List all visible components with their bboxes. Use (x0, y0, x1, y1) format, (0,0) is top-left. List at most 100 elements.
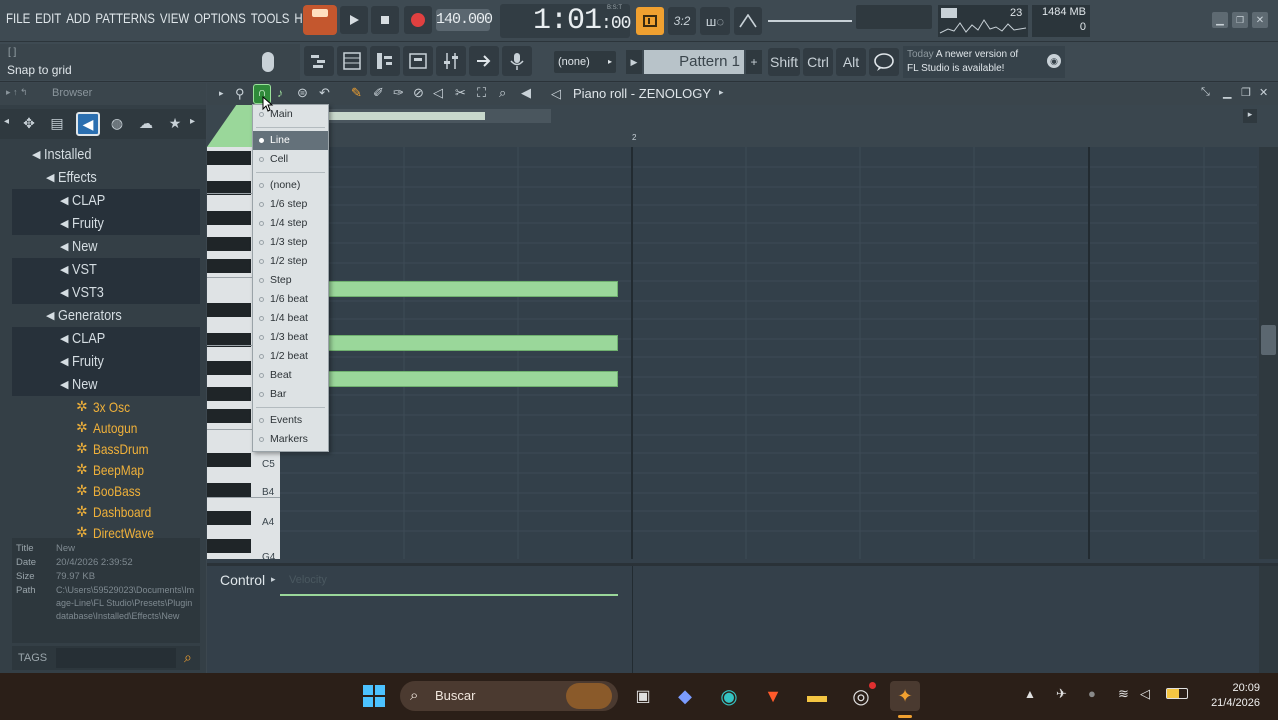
pattern-name-field[interactable]: Pattern 1 (644, 50, 744, 74)
snap-option-events[interactable]: Events (253, 411, 328, 430)
note-icon[interactable]: ♪ (277, 86, 283, 100)
browser-tab-all[interactable]: ✥ (20, 114, 38, 132)
audio-input-button[interactable] (502, 46, 532, 76)
tree-item-effects-clap[interactable]: ◀ CLAP (12, 189, 200, 212)
pattern-add-button[interactable]: + (746, 50, 762, 74)
app-minimize-button[interactable]: ▁ (1212, 12, 1228, 28)
network-icon[interactable]: ✈ (1056, 686, 1067, 702)
alt-key-button[interactable]: Alt (836, 48, 866, 76)
explorer-app-button[interactable]: ▬ (804, 683, 830, 709)
menu-tools[interactable]: TOOLS (251, 10, 290, 26)
speaker-icon[interactable]: ◁ (551, 86, 561, 102)
snap-option-bar[interactable]: Bar (253, 385, 328, 404)
snap-option-1-4-step[interactable]: 1/4 step (253, 214, 328, 233)
tree-item-plugin[interactable]: ✲ Autogun (12, 417, 200, 438)
menu-patterns[interactable]: PATTERNS (95, 10, 155, 26)
tree-item-generators[interactable]: ◀ Generators (12, 304, 200, 327)
tree-item-plugin[interactable]: ✲ Dashboard (12, 501, 200, 522)
brave-app-button[interactable]: ▼ (760, 683, 786, 709)
menu-edit[interactable]: EDIT (35, 10, 61, 26)
snap-option-1-3-beat[interactable]: 1/3 beat (253, 328, 328, 347)
tree-item-effects-new[interactable]: ◀ New (12, 235, 200, 258)
menu-add[interactable]: ADD (66, 10, 90, 26)
chevron-right-icon[interactable]: ▸ (190, 116, 195, 127)
wrench-icon[interactable]: ⚲ (235, 86, 245, 102)
battery-icon[interactable] (1166, 688, 1188, 699)
menu-file[interactable]: FILE (6, 10, 30, 26)
velocity-line[interactable] (280, 594, 618, 596)
snap-option-line[interactable]: Line (253, 131, 328, 150)
note[interactable] (328, 335, 618, 351)
tree-item-effects[interactable]: ◀ Effects (12, 166, 200, 189)
pattern-song-toggle[interactable] (303, 5, 337, 35)
snap-option-1-6-step[interactable]: 1/6 step (253, 195, 328, 214)
system-clock[interactable]: 20:09 21/4/2026 (1198, 681, 1260, 711)
tree-item-generators-clap[interactable]: ◀ CLAP (12, 327, 200, 350)
shift-key-button[interactable]: Shift (768, 48, 800, 76)
select-icon[interactable]: ⛶ (477, 85, 486, 101)
playback-icon[interactable]: ◀ (521, 85, 531, 101)
tags-input[interactable] (56, 648, 176, 668)
tree-item-plugin[interactable]: ✲ BooBass (12, 480, 200, 501)
browser-nav-icons[interactable]: ▸ ↑ ↰ (6, 87, 28, 98)
chevron-up-icon[interactable]: ▲ (1024, 687, 1036, 701)
channel-settings-button[interactable] (436, 46, 466, 76)
browser-tab-files[interactable]: ▤ (48, 114, 66, 132)
note-grid[interactable] (280, 147, 1257, 559)
chevron-right-icon[interactable]: ▸ (271, 574, 276, 585)
tree-item-generators-fruity[interactable]: ◀ Fruity (12, 350, 200, 373)
piano-roll-title[interactable]: Piano roll - ZENOLOGY (573, 86, 711, 101)
master-volume[interactable] (768, 10, 852, 32)
wifi-icon[interactable]: ≋ (1118, 686, 1129, 702)
browser-tab-favorites[interactable]: ★ (166, 114, 184, 132)
tree-item-effects-fruity[interactable]: ◀ Fruity (12, 212, 200, 235)
tree-item-generators-new[interactable]: ◀ New (12, 373, 200, 396)
event-editor[interactable]: Control ▸ Velocity (207, 563, 1278, 673)
tree-item-effects-vst3[interactable]: ◀ VST3 (12, 281, 200, 304)
chevron-right-icon[interactable]: ▸ (719, 87, 724, 98)
record-button[interactable] (404, 6, 432, 34)
tree-item-plugin[interactable]: ✲ BassDrum (12, 438, 200, 459)
app-close-button[interactable]: ✕ (1252, 12, 1268, 28)
vertical-scrollbar[interactable] (1259, 147, 1278, 559)
maximize-icon[interactable]: ❐ (1241, 86, 1251, 99)
snap-option-step[interactable]: Step (253, 271, 328, 290)
arrow-button[interactable] (469, 46, 499, 76)
start-button[interactable] (362, 684, 386, 708)
stamp-icon[interactable]: ⊜ (297, 85, 308, 101)
metronome-button[interactable] (636, 7, 664, 35)
browser-tab-cloud[interactable]: ☁ (136, 114, 156, 132)
copilot-app-button[interactable]: ◆ (672, 683, 698, 709)
snap-option-markers[interactable]: Markers (253, 430, 328, 449)
options-arrow-icon[interactable]: ▸ (219, 88, 224, 99)
taskbar-search[interactable]: ⌕ Buscar (400, 681, 618, 711)
control-scrollbar[interactable] (1259, 566, 1278, 673)
volume-icon[interactable]: ◁ (1140, 686, 1150, 702)
slip-icon[interactable]: ◁ (433, 85, 443, 101)
pattern-prev-button[interactable]: ▶ (626, 50, 642, 74)
delete-tool-icon[interactable]: ✑ (393, 85, 404, 101)
search-icon[interactable]: ⌕ (184, 649, 192, 666)
snap-option-1-3-step[interactable]: 1/3 step (253, 233, 328, 252)
wait-input-button[interactable]: ш◌ (700, 7, 730, 35)
tree-item-plugin[interactable]: ✲ 3x Osc (12, 396, 200, 417)
piano-roll-timeline[interactable]: 2 ▸ (207, 105, 1278, 147)
edge-app-button[interactable]: ◉ (716, 683, 742, 709)
note[interactable] (328, 281, 618, 297)
horizontal-scroll[interactable] (329, 109, 551, 123)
news-panel[interactable]: Today A newer version of FL Studio is av… (903, 46, 1065, 78)
app-maximize-button[interactable]: ❐ (1232, 12, 1248, 28)
mixer-button[interactable] (403, 46, 433, 76)
menu-view[interactable]: VIEW (160, 10, 189, 26)
fl-studio-app-button[interactable]: ✦ (890, 681, 920, 711)
chevron-left-icon[interactable]: ◂ (4, 116, 9, 127)
channel-rack-button[interactable] (337, 46, 367, 76)
news-button[interactable] (869, 48, 899, 76)
browser-tab-web[interactable]: ◍ (108, 114, 126, 132)
scroll-right-icon[interactable]: ▸ (1243, 109, 1257, 123)
stop-button[interactable] (371, 6, 399, 34)
close-icon[interactable]: ✕ (1259, 86, 1268, 99)
slice-icon[interactable]: ✂ (455, 85, 466, 101)
tree-item-plugin[interactable]: ✲ BeepMap (12, 459, 200, 480)
control-label[interactable]: Control (220, 572, 265, 588)
